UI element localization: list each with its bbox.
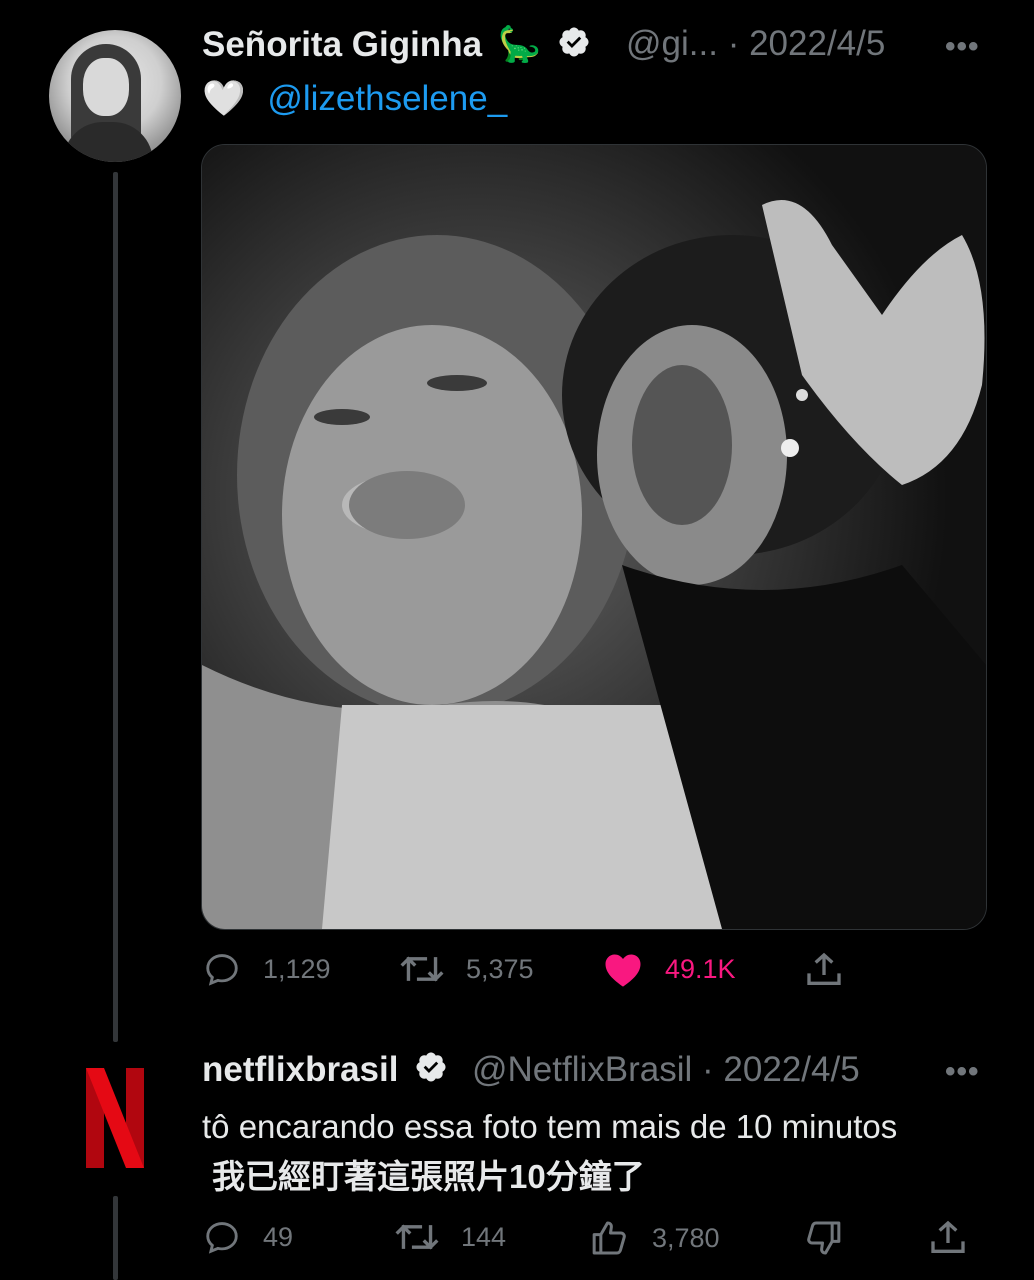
reply-more-options-icon[interactable]: ••• [945,1055,980,1089]
photo-image [202,145,986,929]
reply-share-action[interactable] [928,1218,968,1258]
tweet-text: 🤍 @lizethselene_ [202,78,507,119]
reply-downvote-action[interactable] [803,1218,843,1258]
heart-filled-icon [605,954,641,987]
heart-emoji: 🤍 [202,79,246,118]
reply-like-count: 3,780 [652,1222,720,1253]
reply-retweet-action[interactable]: 144 [395,1218,506,1256]
retweet-action[interactable]: 5,375 [400,950,534,988]
thumbs-up-icon [592,1221,626,1255]
netflix-logo-avatar[interactable] [86,1068,144,1168]
reply-icon [206,954,238,986]
reply-reply-action[interactable]: 49 [203,1218,293,1256]
tweet-date[interactable]: 2022/4/5 [749,24,885,63]
reply-upvote-action[interactable]: 3,780 [590,1218,720,1258]
name-emoji: 🦕 [497,25,542,64]
retweet-count: 5,375 [466,953,534,984]
more-options-icon[interactable]: ••• [945,30,980,64]
like-count: 49.1K [665,953,736,984]
reply-retweet-count: 144 [461,1221,507,1252]
mention-link[interactable]: @lizethselene_ [267,79,507,118]
netflix-logo-icon [86,1068,144,1168]
reply-handle[interactable]: @NetflixBrasil [472,1050,692,1089]
reply-translation: 我已經盯著這張照片10分鐘了 [212,1158,645,1195]
separator: · [702,1050,714,1089]
tweet-photo[interactable] [201,144,987,930]
share-icon [931,1220,965,1253]
tweet-author[interactable]: Señorita Giginha 🦕 [202,24,591,68]
verified-badge-icon [557,25,591,68]
retweet-icon [400,956,444,982]
thumbs-down-icon [807,1221,841,1255]
reply-meta: @NetflixBrasil · 2022/4/5 [472,1050,860,1090]
separator: · [727,24,740,63]
verified-badge-icon [414,1050,448,1093]
share-action[interactable] [804,950,844,990]
thread-line-upper [113,172,118,1042]
reply-date[interactable]: 2022/4/5 [723,1050,859,1089]
thread-line-lower [113,1196,118,1280]
display-name[interactable]: Señorita Giginha [202,25,482,64]
reply-body: tô encarando essa foto tem mais de 10 mi… [202,1108,898,1145]
reply-author[interactable]: netflixbrasil [202,1050,448,1093]
retweet-icon [395,1224,439,1250]
reply-count: 1,129 [263,953,331,984]
reply-icon [206,1222,238,1254]
reply-text: tô encarando essa foto tem mais de 10 mi… [202,1102,922,1202]
avatar[interactable] [49,30,181,162]
share-icon [807,952,841,985]
reply-reply-count: 49 [263,1221,294,1252]
like-action[interactable]: 49.1K [603,950,736,988]
tweet-meta: @gi... · 2022/4/5 [626,24,885,64]
reply-action[interactable]: 1,129 [203,950,331,988]
reply-display-name[interactable]: netflixbrasil [202,1050,398,1089]
author-handle[interactable]: @gi... [626,24,718,63]
